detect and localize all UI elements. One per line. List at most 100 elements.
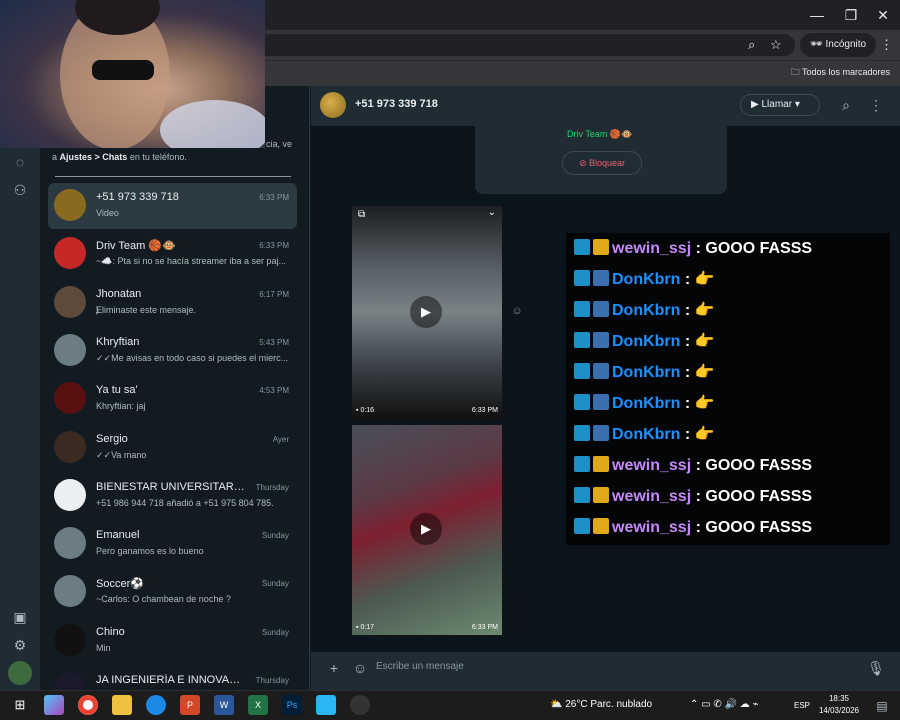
all-bookmarks-label: Todos los marcadores [801, 67, 890, 77]
stream-message: 👉 [694, 302, 715, 319]
chat-badge-icon [574, 363, 590, 379]
chat-name: Sergio [96, 432, 128, 445]
group-name[interactable]: Driv Team 🏀🐵 [567, 129, 632, 140]
message-input[interactable]: Escribe un mensaje [376, 661, 464, 672]
chat-badge-icon [574, 425, 590, 441]
notifications-icon[interactable]: ▤ [872, 696, 892, 716]
stream-username: wewin_ssj [612, 457, 692, 474]
chat-list-item[interactable]: Sergio ✓✓Va mano Ayer [48, 425, 297, 471]
system-tray[interactable]: ⌃ ▭ ✆ 🔊 ☁ ⌁ [690, 699, 759, 710]
notice-pre: a [52, 152, 60, 162]
forward-icon[interactable]: ⧉ [358, 209, 365, 220]
chat-list-item[interactable]: +51 973 339 718 Video 6:33 PM [48, 183, 297, 229]
chat-list-item[interactable]: Ya tu sa' Khryftian: jaj 4:53 PM [48, 376, 297, 422]
clock[interactable]: 18:35 14/03/2026 [816, 693, 862, 717]
chat-badge-icon [574, 332, 590, 348]
stream-separator: : [691, 519, 706, 536]
microphone-icon[interactable]: 🎙 [866, 658, 886, 678]
tray-icons: ⌃ ▭ ✆ 🔊 ☁ ⌁ [690, 699, 759, 710]
address-bar[interactable] [250, 34, 795, 56]
stream-chat-line: wewin_ssj : GOOO FASSS [574, 483, 812, 511]
status-icon[interactable]: ◌ [8, 150, 32, 174]
stream-username: DonKbrn [612, 364, 681, 381]
nav-rail [0, 86, 40, 690]
emoji-icon[interactable]: ☺ [350, 658, 370, 678]
communities-icon[interactable]: ⚇ [8, 178, 32, 202]
profile-avatar[interactable] [8, 661, 32, 685]
menu-icon[interactable]: ⋮ [866, 95, 886, 115]
weather-icon: ⛅ [550, 699, 566, 710]
chat-name: Khryftian [96, 335, 140, 348]
word-icon[interactable]: W [214, 695, 234, 715]
block-label: Bloquear [589, 158, 626, 168]
stream-separator: : [680, 302, 695, 319]
contact-avatar[interactable] [320, 92, 346, 118]
incognito-icon: 🕶 [810, 39, 826, 50]
windows-start-icon[interactable]: ⊞ [10, 695, 30, 715]
chat-name: Soccer⚽ [96, 578, 144, 591]
chat-badge-icon [574, 270, 590, 286]
obs-icon[interactable] [350, 695, 370, 715]
chat-time: Sunday [261, 531, 289, 541]
chat-last-message: ~☁️: Pta si no se hacía streamer iba a s… [96, 256, 287, 267]
copilot-icon[interactable] [44, 695, 64, 715]
call-label: Llamar [761, 99, 793, 110]
chat-list-item[interactable]: BIENESTAR UNIVERSITARIO - FA... +51 986 9… [48, 473, 297, 519]
stream-message: GOOO FASSS [705, 488, 813, 505]
browser-menu-icon[interactable]: ⋮ [880, 34, 893, 56]
search-icon[interactable]: ⌕ [836, 95, 856, 115]
chat-last-message: Pero ganamos es lo bueno [96, 546, 204, 557]
notice-bold-1: Ajustes [59, 152, 93, 162]
file-explorer-icon[interactable] [112, 695, 132, 715]
chat-time: Sunday [261, 627, 289, 637]
photoshop-icon[interactable]: Ps [282, 695, 302, 715]
stream-separator: : [680, 271, 695, 288]
attach-icon[interactable]: + [324, 658, 344, 678]
zoom-icon[interactable]: ⌕ [748, 34, 755, 56]
chrome-icon[interactable] [78, 695, 98, 715]
chat-list-item[interactable]: Emanuel Pero ganamos es lo bueno Sunday [48, 521, 297, 567]
stream-message: 👉 [694, 271, 715, 288]
stream-message: 👉 [694, 395, 715, 412]
video-message-2[interactable]: ▶ ▪ 0:17 6:33 PM [350, 423, 504, 637]
incognito-label: Incógnito [825, 39, 867, 50]
edge-icon[interactable] [146, 695, 166, 715]
language-indicator[interactable]: ESP [794, 701, 810, 710]
chevron-down-icon[interactable]: ⌄ [488, 207, 496, 218]
weather-widget[interactable]: ⛅ 26°C Parc. nublado [550, 699, 652, 710]
stream-username: wewin_ssj [612, 488, 692, 505]
emoji-react-icon[interactable]: ☺ [510, 304, 524, 318]
webcam-overlay [0, 0, 265, 148]
contact-name[interactable]: +51 973 339 718 [355, 98, 438, 110]
call-button[interactable]: ▶ Llamar ▾ [740, 94, 820, 116]
minimize-button[interactable]: — [800, 0, 834, 30]
chat-list-item[interactable]: Chino Min Sunday [48, 618, 297, 664]
duration-text: 0:17 [360, 624, 375, 631]
maximize-button[interactable]: ❐ [834, 0, 868, 30]
play-icon[interactable]: ▶ [410, 296, 442, 328]
bookmark-star-icon[interactable]: ☆ [770, 34, 782, 56]
play-icon[interactable]: ▶ [410, 513, 442, 545]
store-icon[interactable] [316, 695, 336, 715]
close-button[interactable]: ✕ [866, 0, 900, 30]
windows-taskbar [0, 690, 900, 720]
stream-chat-line: DonKbrn : 👉 [574, 328, 715, 356]
notice-fragment: cia, ve [266, 139, 293, 149]
chat-list-item[interactable]: Driv Team 🏀🐵 ~☁️: Pta si no se hacía stre… [48, 231, 297, 277]
stream-username: DonKbrn [612, 271, 681, 288]
incognito-badge[interactable]: 🕶 Incógnito [800, 33, 877, 57]
excel-icon[interactable]: X [248, 695, 268, 715]
notice-bold-2: Chats [102, 152, 128, 162]
stream-separator: : [680, 395, 695, 412]
chat-badge-icon [574, 394, 590, 410]
block-button[interactable]: ⊘ Bloquear [562, 151, 642, 175]
powerpoint-icon[interactable]: P [180, 695, 200, 715]
chat-list-item[interactable]: Jhonatan⃠Eliminaste este mensaje. 6:17 PM [48, 280, 297, 326]
video-message-1[interactable]: ⧉ ⌄ ▶ ▪ 0:16 6:33 PM [350, 204, 504, 420]
chat-list-item[interactable]: Soccer⚽ ~Carlos: O chambean de noche ? Sun… [48, 569, 297, 615]
chat-badge-icon [574, 239, 590, 255]
chat-list-item[interactable]: Khryftian ✓✓Me avisas en todo caso si pue… [48, 328, 297, 374]
settings-icon[interactable]: ⚙ [8, 633, 32, 657]
media-icon[interactable]: ▣ [8, 605, 32, 629]
all-bookmarks-link[interactable]: 🗀 Todos los marcadores [791, 64, 890, 80]
